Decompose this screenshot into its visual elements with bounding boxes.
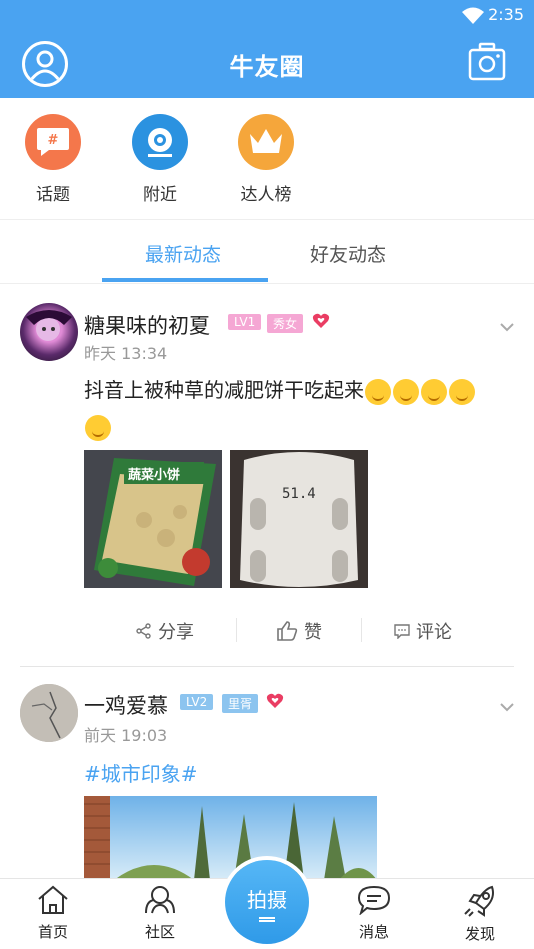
shoot-label: 拍摄 [247, 888, 287, 912]
level-badge: LV1 [228, 314, 262, 330]
nav-label: 社区 [144, 923, 175, 941]
nav-messages[interactable]: 消息 [344, 885, 404, 942]
camera-icon [468, 42, 506, 81]
comment-label: 评论 [416, 622, 452, 643]
nav-label: 首页 [37, 923, 68, 941]
smile-emoji-icon [421, 378, 447, 405]
nearby-icon [132, 114, 188, 170]
feed-post: 糖果味的初夏 LV1 秀女 昨天 13:34 抖音上被种草的减肥饼干吃起来 蔬菜… [0, 290, 534, 670]
heart-badge-icon [312, 313, 330, 328]
wifi-icon [462, 7, 484, 24]
level-badge: LV2 [180, 694, 214, 710]
page-title: 牛友圈 [229, 53, 305, 81]
comment-button[interactable]: 评论 [394, 618, 452, 644]
post-image[interactable]: 蔬菜小饼 [84, 450, 222, 588]
post-text: 抖音上被种草的减肥饼干吃起来 [84, 372, 504, 444]
post-image[interactable]: 51.4 [230, 450, 368, 588]
chevron-down-icon[interactable] [500, 316, 514, 337]
quick-links-bar: # 话题 附近 达人榜 [0, 98, 534, 220]
quick-link-nearby[interactable]: 附近 [120, 114, 200, 205]
rocket-icon [464, 885, 494, 917]
nav-label: 发现 [464, 925, 495, 943]
nav-discover[interactable]: 发现 [450, 885, 510, 944]
smile-emoji-icon [449, 378, 475, 405]
share-button[interactable]: 分享 [136, 618, 194, 644]
post-image-caption: 蔬菜小饼 [128, 468, 181, 483]
chevron-down-icon[interactable] [500, 696, 514, 717]
post-actions: 分享 赞 评论 [0, 610, 534, 650]
user-name[interactable]: 一鸡爱慕 [84, 690, 168, 720]
quick-link-experts[interactable]: 达人榜 [226, 114, 306, 205]
title-badge: 秀女 [267, 314, 304, 333]
home-icon [38, 885, 68, 914]
post-time: 昨天 13:34 [84, 344, 168, 363]
feed-post: 一鸡爱慕 LV2 里胥 前天 19:03 #城市印象# [0, 670, 534, 880]
message-icon [357, 885, 391, 916]
title-badge: 里胥 [222, 694, 259, 713]
nav-label: 消息 [358, 923, 389, 941]
like-icon [277, 621, 298, 641]
active-tab-indicator [102, 278, 268, 282]
tab-latest[interactable]: 最新动态 [145, 240, 221, 267]
crown-icon [238, 114, 294, 170]
quick-link-label: 达人榜 [240, 185, 292, 205]
avatar[interactable] [20, 684, 78, 742]
nav-home[interactable]: 首页 [23, 885, 83, 942]
feed-tabs: 最新动态 好友动态 [0, 222, 534, 284]
post-image[interactable] [84, 796, 377, 880]
avatar[interactable] [20, 303, 78, 361]
post-separator [20, 666, 514, 667]
nav-community[interactable]: 社区 [130, 885, 190, 942]
shoot-button[interactable]: 拍摄 [225, 860, 309, 944]
smile-emoji-icon [85, 414, 111, 441]
quick-link-label: 附近 [143, 185, 177, 205]
user-name[interactable]: 糖果味的初夏 [84, 310, 210, 340]
quick-link-topics[interactable]: # 话题 [13, 114, 93, 205]
smile-emoji-icon [393, 378, 419, 405]
camera-button[interactable] [468, 42, 506, 86]
share-icon [136, 623, 151, 639]
post-text-content: 抖音上被种草的减肥饼干吃起来 [84, 378, 364, 402]
heart-badge-icon [266, 693, 284, 708]
tab-friends[interactable]: 好友动态 [310, 240, 386, 267]
divider [236, 618, 237, 642]
menu-lines-icon [259, 917, 275, 922]
smile-emoji-icon [365, 378, 391, 405]
divider [361, 618, 362, 642]
svg-text:#: # [48, 133, 59, 148]
like-label: 赞 [304, 622, 322, 643]
like-button[interactable]: 赞 [276, 618, 322, 644]
post-time: 前天 19:03 [84, 726, 168, 745]
quick-link-label: 话题 [36, 185, 70, 205]
topic-link[interactable]: #城市印象# [84, 758, 198, 787]
share-label: 分享 [158, 622, 194, 643]
status-time: 2:35 [488, 5, 524, 24]
comment-icon [394, 624, 410, 639]
scale-reading: 51.4 [282, 486, 316, 502]
community-icon [145, 886, 175, 914]
topic-icon: # [25, 114, 81, 170]
app-header: 2:35 牛友圈 [0, 0, 534, 98]
